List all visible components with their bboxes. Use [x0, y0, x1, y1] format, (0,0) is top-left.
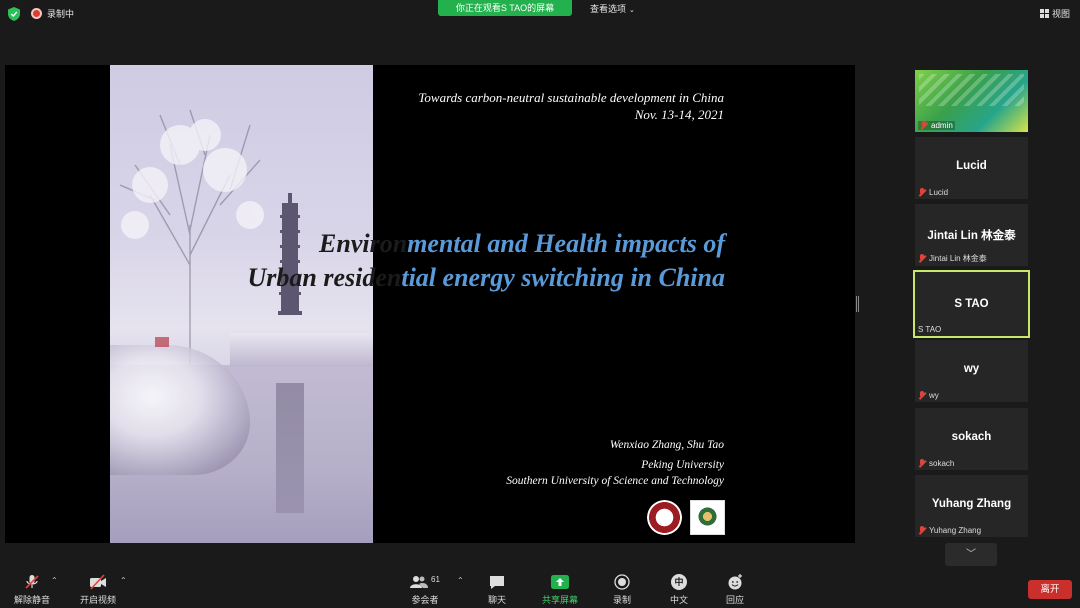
start-video-button[interactable]: 开启视频: [80, 574, 116, 606]
title-line-2-dark: Urban residen: [247, 263, 402, 292]
chat-icon: [490, 575, 504, 589]
title-line-1-dark: Environ: [319, 229, 408, 258]
participant-tile-s-tao-active-speaker[interactable]: S TAO S TAO: [913, 270, 1030, 338]
mic-muted-icon: [920, 121, 928, 130]
participant-tile-admin[interactable]: admin: [915, 70, 1028, 132]
start-video-label: 开启视频: [80, 595, 117, 605]
conference-title: Towards carbon-neutral sustainable devel…: [418, 90, 724, 105]
share-screen-icon: [551, 575, 569, 589]
chat-label: 聊天: [488, 595, 507, 605]
share-screen-label: 共享屏幕: [542, 595, 579, 605]
sustech-logo: [690, 500, 725, 535]
leave-meeting-button[interactable]: 离开: [1028, 580, 1072, 599]
grid-icon: [1039, 9, 1049, 18]
participant-display-name: wy: [963, 363, 980, 375]
participant-display-name: sokach: [951, 431, 992, 443]
microphone-muted-icon: [25, 575, 39, 589]
recording-icon: [31, 8, 42, 19]
slide-conference-info: Towards carbon-neutral sustainable devel…: [418, 89, 724, 123]
viewing-screen-banner: 你正在观看S TAO的屏幕: [438, 0, 572, 16]
participant-name: Jintai Lin 林金泰: [929, 254, 987, 263]
slide-background-photo: [110, 65, 373, 543]
shared-screen: Towards carbon-neutral sustainable devel…: [5, 65, 855, 543]
participant-name: admin: [931, 121, 953, 130]
mic-muted-icon: [918, 459, 926, 468]
participant-display-name: Lucid: [956, 160, 987, 172]
language-icon: 中: [671, 574, 687, 590]
view-button[interactable]: 视图: [1039, 7, 1070, 20]
participant-tile-wy[interactable]: wy wy: [915, 340, 1028, 402]
participant-tile-lucid[interactable]: Lucid Lucid: [915, 137, 1028, 199]
view-button-label: 视图: [1051, 9, 1070, 19]
share-screen-button[interactable]: 共享屏幕: [542, 574, 578, 606]
unmute-button[interactable]: 解除静音: [14, 574, 50, 606]
pagoda-reflection: [276, 383, 304, 513]
participant-name-label: Lucid: [918, 188, 948, 197]
author-names: Wenxiao Zhang, Shu Tao: [609, 439, 724, 451]
participant-tile-jintai-lin[interactable]: Jintai Lin 林金泰 Jintai Lin 林金泰: [915, 204, 1028, 266]
participant-name: Lucid: [929, 188, 949, 197]
red-pavilion: [155, 337, 169, 347]
snowy-far-shore: [230, 333, 373, 367]
participant-name: wy: [929, 391, 939, 400]
scroll-participants-down-button[interactable]: ﹀: [945, 543, 997, 566]
audio-options-chevron-icon[interactable]: ⌃: [51, 576, 58, 585]
unmute-label: 解除静音: [14, 595, 51, 605]
reactions-label: 回应: [726, 595, 745, 605]
panel-resize-handle[interactable]: [856, 296, 859, 312]
view-options-label: 查看选项: [590, 4, 627, 14]
peking-university-logo: [647, 500, 682, 535]
smiley-icon: [728, 574, 742, 590]
language-label: 中文: [670, 595, 689, 605]
participants-icon: [410, 576, 428, 588]
participant-name: sokach: [929, 459, 955, 468]
top-bar: 录制中 你正在观看S TAO的屏幕 查看选项 ⌄ 视图: [0, 0, 1080, 28]
meeting-toolbar: 解除静音 ⌃ 开启视频 ⌃ 61 参会者 ⌃ 聊天 共享屏幕 录制 中 中文 回…: [0, 570, 1080, 608]
record-button[interactable]: 录制: [613, 574, 631, 606]
reactions-button[interactable]: 回应: [726, 574, 744, 606]
record-icon: [614, 574, 630, 590]
admin-video-thumbnail: [919, 74, 1024, 106]
participant-name-label: Jintai Lin 林金泰: [918, 253, 987, 264]
conference-date: Nov. 13-14, 2021: [634, 107, 724, 122]
participant-name-label: S TAO: [918, 325, 941, 334]
mic-muted-icon: [918, 188, 926, 197]
mic-muted-icon: [918, 254, 926, 263]
participant-tile-sokach[interactable]: sokach sokach: [915, 408, 1028, 470]
slide-title-line-1: Environmental and Health impacts of: [195, 227, 725, 261]
participants-count: 61: [431, 574, 440, 584]
title-line-2-blue: tial energy switching in China: [401, 263, 725, 292]
participant-tile-yuhang-zhang[interactable]: Yuhang Zhang Yuhang Zhang: [915, 475, 1028, 537]
slide-authors: Wenxiao Zhang, Shu Tao Peking University…: [506, 437, 724, 489]
participants-button[interactable]: 61 参会者: [410, 574, 440, 606]
participant-name-label: admin: [918, 121, 955, 130]
chevron-down-icon: ⌄: [629, 7, 635, 14]
mic-muted-icon: [918, 391, 926, 400]
participant-display-name: Jintai Lin 林金泰: [927, 230, 1016, 242]
language-button[interactable]: 中 中文: [670, 574, 688, 606]
video-options-chevron-icon[interactable]: ⌃: [120, 576, 127, 585]
participant-display-name: S TAO: [954, 298, 989, 310]
participant-display-name: Yuhang Zhang: [931, 498, 1012, 510]
camera-off-icon: [90, 574, 106, 590]
participants-label: 参会者: [411, 595, 439, 605]
participant-name-label: wy: [918, 391, 939, 400]
participant-name-label: Yuhang Zhang: [918, 526, 981, 535]
mic-muted-icon: [918, 526, 926, 535]
participant-name: S TAO: [918, 325, 942, 334]
chevron-down-icon: ﹀: [966, 549, 976, 560]
shield-icon[interactable]: [8, 7, 20, 21]
title-line-1-blue: mental and Health impacts of: [407, 229, 725, 258]
affiliation-1: Peking University: [641, 459, 724, 471]
record-label: 录制: [613, 595, 632, 605]
slide-title-line-2: Urban residential energy switching in Ch…: [195, 261, 726, 295]
participant-name-label: sokach: [918, 459, 954, 468]
participants-options-chevron-icon[interactable]: ⌃: [457, 576, 464, 585]
participant-name: Yuhang Zhang: [929, 526, 982, 535]
affiliation-2: Southern University of Science and Techn…: [506, 475, 724, 487]
slide-title: Environmental and Health impacts of Urba…: [195, 227, 726, 295]
view-options-button[interactable]: 查看选项 ⌄: [590, 2, 635, 15]
recording-status: 录制中: [47, 9, 75, 19]
chat-button[interactable]: 聊天: [488, 574, 506, 606]
